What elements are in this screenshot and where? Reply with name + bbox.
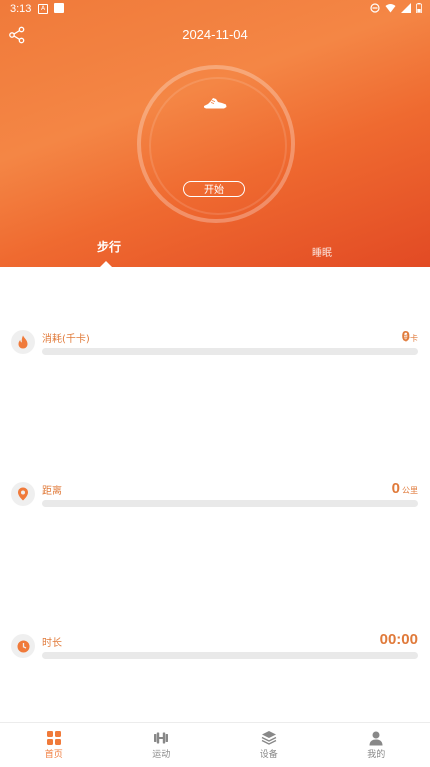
layers-icon	[261, 730, 277, 746]
shoe-icon	[202, 95, 228, 111]
nav-home[interactable]: 首页	[0, 723, 108, 767]
flame-icon-wrap	[11, 330, 35, 354]
metric-unit: 千卡	[402, 333, 418, 344]
nav-device-label: 设备	[260, 747, 278, 760]
status-bar: 3:13 A	[0, 0, 430, 18]
status-icons	[370, 3, 422, 13]
signal-icon	[401, 3, 411, 13]
notification-square-icon	[54, 3, 64, 13]
flame-icon	[17, 335, 29, 349]
metric-value: 0	[392, 480, 400, 497]
metric-unit: 公里	[402, 485, 418, 496]
bottom-nav: 首页 运动 设备 我的	[0, 722, 430, 767]
status-time: 3:13	[10, 3, 31, 15]
nav-device[interactable]: 设备	[215, 723, 323, 767]
location-pin-icon	[17, 487, 29, 501]
nav-home-label: 首页	[45, 747, 63, 760]
person-icon	[368, 730, 384, 746]
progress-bar	[42, 348, 418, 355]
date-title[interactable]: 2024-11-04	[0, 27, 430, 42]
metric-value: 00:00	[380, 631, 418, 648]
metric-label: 消耗(千卡)	[42, 330, 90, 345]
notification-a-icon: A	[38, 4, 48, 14]
clock-icon-wrap	[11, 634, 35, 658]
battery-icon	[416, 3, 422, 13]
progress-bar	[42, 652, 418, 659]
location-icon-wrap	[11, 482, 35, 506]
metric-card-distance: 距离 0 公里	[0, 419, 430, 572]
hero-header: 3:13 A 2024-11-04 开始 步行 睡眠	[0, 0, 430, 267]
dnd-icon	[370, 3, 380, 13]
grid-icon	[46, 730, 62, 746]
metric-card-calories: 消耗(千卡) 0 千卡	[0, 267, 430, 420]
progress-bar	[42, 500, 418, 507]
nav-profile[interactable]: 我的	[323, 723, 430, 767]
wifi-icon	[385, 3, 396, 13]
metric-card-duration: 时长 00:00	[0, 571, 430, 723]
dumbbell-icon	[153, 730, 169, 746]
start-button[interactable]: 开始	[183, 181, 245, 197]
tab-sleep[interactable]: 睡眠	[312, 244, 332, 259]
metric-label: 距离	[42, 482, 62, 497]
clock-icon	[17, 640, 30, 653]
metric-label: 时长	[42, 634, 62, 649]
nav-sport[interactable]: 运动	[108, 723, 216, 767]
tab-walking[interactable]: 步行	[97, 238, 121, 255]
nav-sport-label: 运动	[152, 747, 170, 760]
nav-profile-label: 我的	[367, 747, 385, 760]
